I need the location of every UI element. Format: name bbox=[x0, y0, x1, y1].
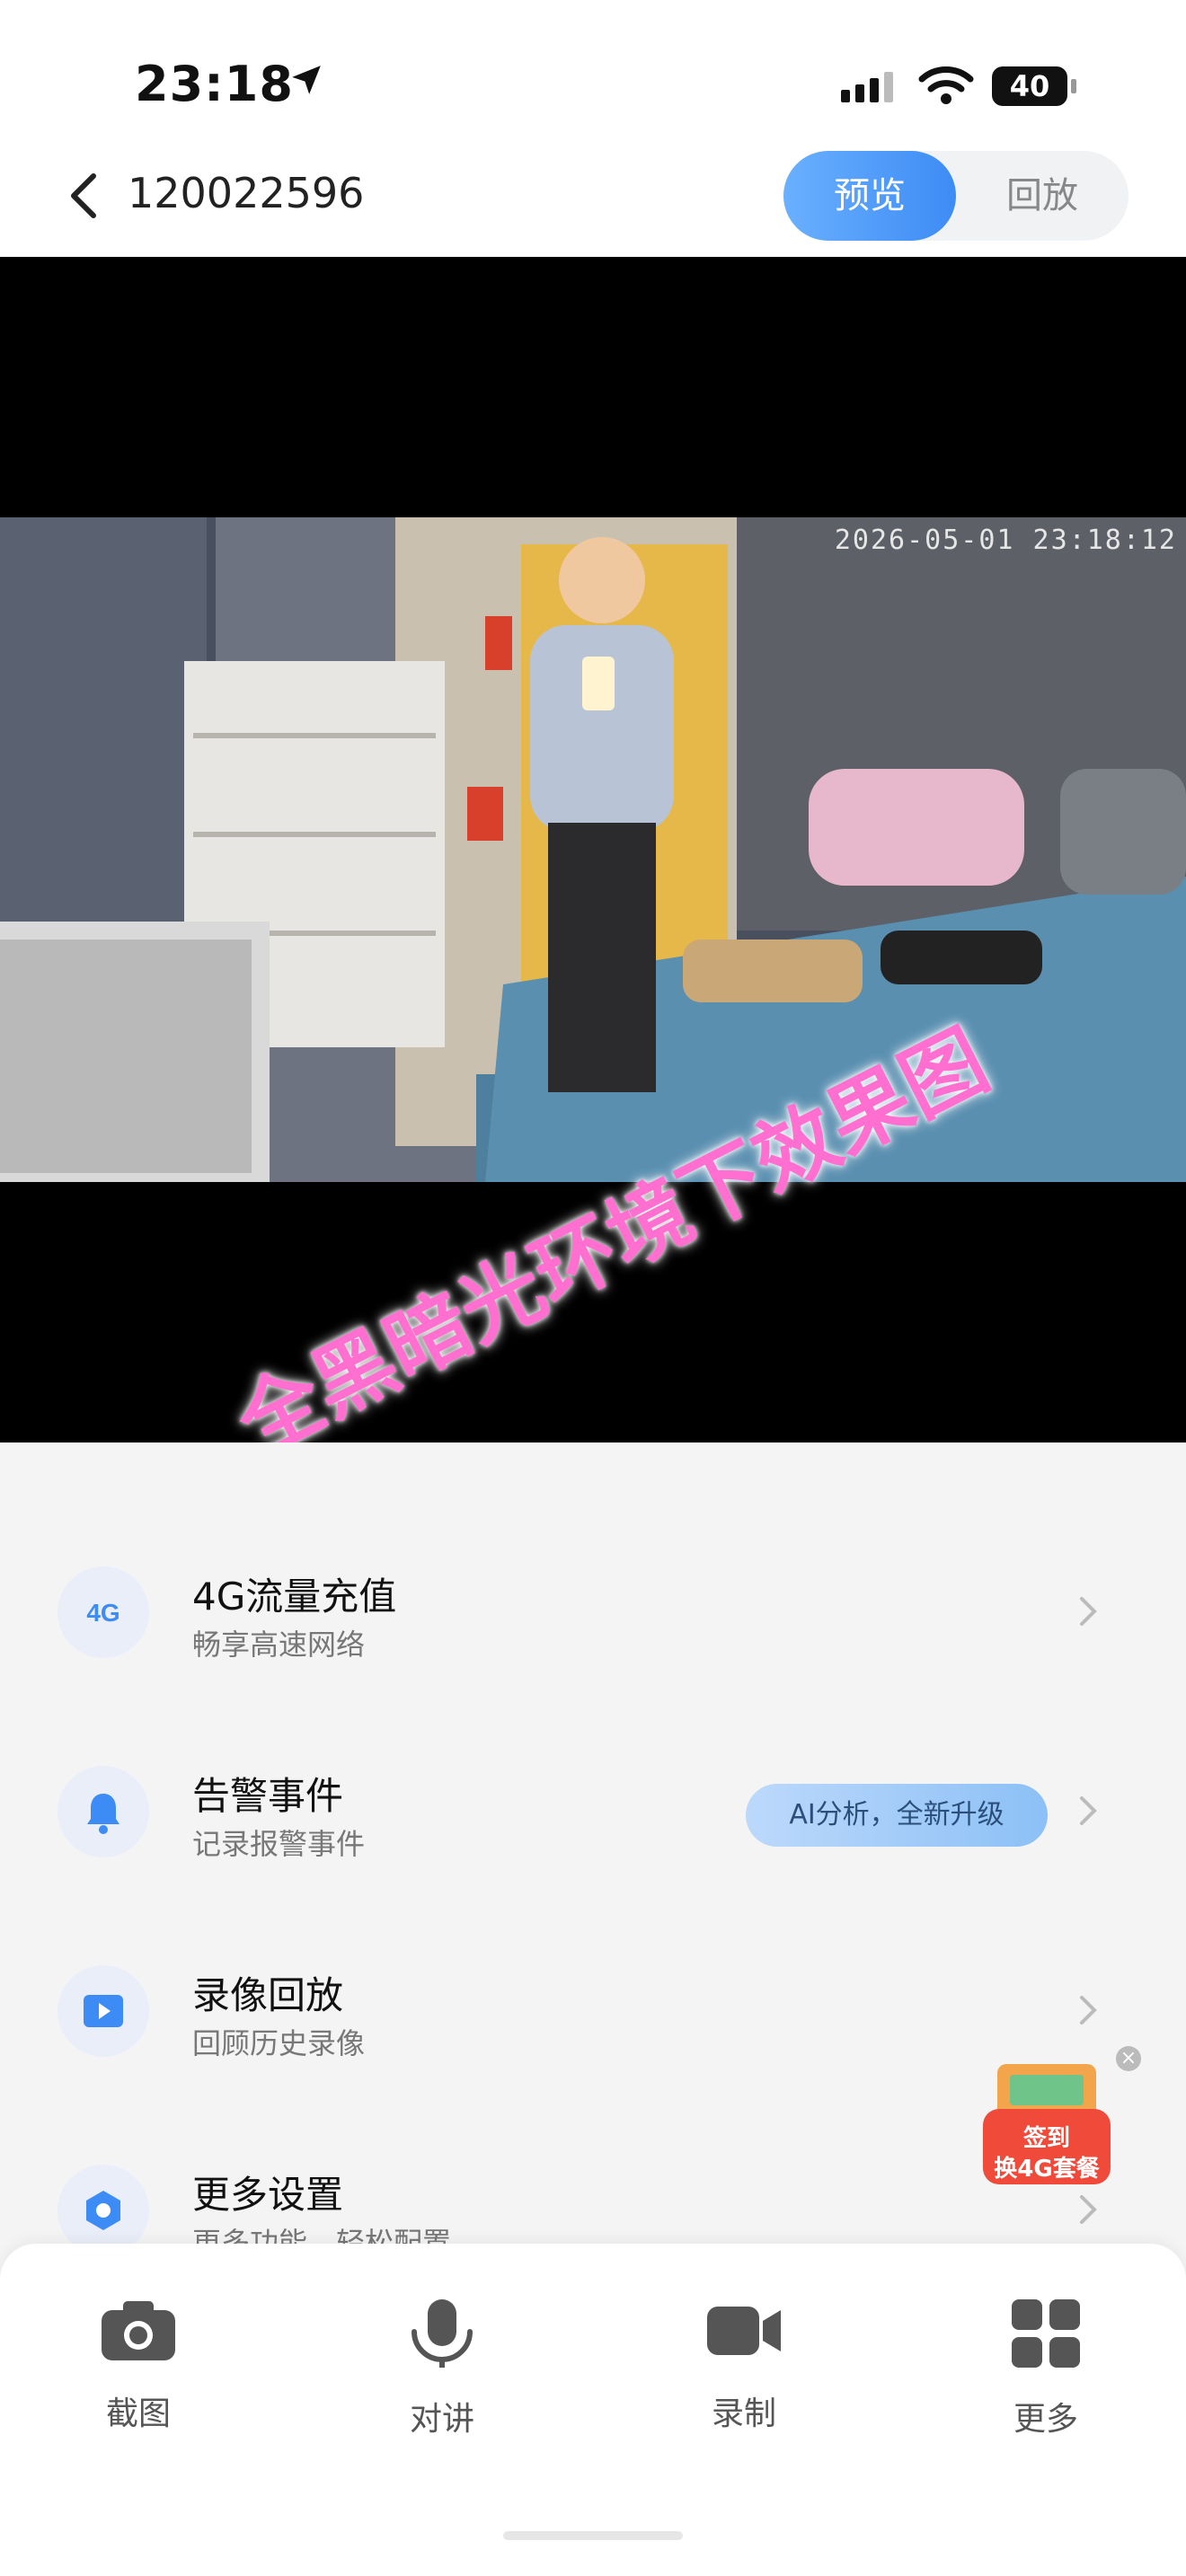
list-item-4g-recharge[interactable]: 4G 4G流量充值 畅享高速网络 bbox=[0, 1516, 1186, 1716]
checkin-4g-promo[interactable]: 签到 换4G套餐 bbox=[979, 2060, 1114, 2186]
camera-frame: 2026-05-01 23:18:12 bbox=[0, 517, 1186, 1182]
camera-scene-image bbox=[0, 517, 1186, 1182]
chevron-right-icon bbox=[1080, 1996, 1097, 2025]
location-arrow-icon bbox=[292, 66, 321, 94]
list-item-title: 4G流量充值 bbox=[192, 1575, 397, 1619]
battery-icon: 40 bbox=[992, 66, 1067, 106]
home-indicator bbox=[503, 2531, 683, 2540]
more-button[interactable]: 更多 bbox=[956, 2298, 1136, 2439]
toolbar-label: 截图 bbox=[105, 2395, 171, 2432]
device-id-title: 120022596 bbox=[128, 169, 365, 217]
battery-level: 40 bbox=[1009, 69, 1050, 103]
chevron-right-icon bbox=[1080, 1796, 1097, 1825]
toolbar-label: 更多 bbox=[1013, 2401, 1078, 2438]
tab-playback[interactable]: 回放 bbox=[956, 151, 1128, 241]
list-item-alarm-events[interactable]: 告警事件 记录报警事件 AI分析，全新升级 bbox=[0, 1716, 1186, 1915]
ai-upgrade-badge: AI分析，全新升级 bbox=[746, 1784, 1048, 1847]
settings-icon bbox=[58, 2165, 149, 2256]
toolbar-label: 对讲 bbox=[409, 2401, 474, 2438]
cellular-signal-icon bbox=[841, 72, 893, 102]
record-button[interactable]: 录制 bbox=[654, 2298, 834, 2434]
list-item-subtitle: 记录报警事件 bbox=[192, 1827, 366, 1861]
promo-line1: 签到 bbox=[1022, 2125, 1070, 2152]
bell-icon bbox=[58, 1766, 149, 1857]
list-item-title: 录像回放 bbox=[192, 1973, 344, 2017]
talk-button[interactable]: 对讲 bbox=[352, 2298, 532, 2439]
tab-preview[interactable]: 预览 bbox=[783, 151, 956, 241]
top-header: 120022596 预览 回放 bbox=[0, 135, 1186, 257]
promo-line2: 换4G套餐 bbox=[994, 2156, 1100, 2183]
list-item-subtitle: 畅享高速网络 bbox=[192, 1628, 366, 1662]
preview-playback-toggle: 预览 回放 bbox=[783, 151, 1128, 241]
battery-tip bbox=[1071, 79, 1076, 93]
back-chevron-icon[interactable] bbox=[63, 171, 104, 221]
play-icon bbox=[58, 1965, 149, 2057]
list-item-title: 告警事件 bbox=[192, 1774, 344, 1818]
chevron-right-icon bbox=[1080, 2195, 1097, 2224]
toolbar-label: 录制 bbox=[711, 2395, 776, 2432]
bottom-toolbar: 截图 对讲 录制 更多 bbox=[0, 2244, 1186, 2576]
video-record-icon bbox=[707, 2307, 781, 2355]
list-item-title: 更多设置 bbox=[192, 2173, 344, 2217]
status-bar: 23:18 40 bbox=[0, 0, 1186, 135]
grid-icon bbox=[1012, 2299, 1080, 2368]
4g-icon: 4G bbox=[58, 1566, 149, 1658]
status-time: 23:18 bbox=[135, 56, 294, 112]
list-item-subtitle: 回顾历史录像 bbox=[192, 2026, 366, 2060]
live-video-area[interactable]: 2026-05-01 23:18:12 全黑暗光环境下效果图 bbox=[0, 257, 1186, 1442]
camera-icon bbox=[102, 2301, 175, 2360]
chevron-right-icon bbox=[1080, 1597, 1097, 1626]
microphone-icon bbox=[412, 2299, 473, 2368]
promo-close-icon[interactable]: × bbox=[1116, 2046, 1141, 2071]
svg-text:4G: 4G bbox=[86, 1599, 119, 1627]
wifi-icon bbox=[918, 66, 974, 104]
video-timestamp-osd: 2026-05-01 23:18:12 bbox=[834, 525, 1177, 556]
screenshot-button[interactable]: 截图 bbox=[49, 2298, 228, 2434]
